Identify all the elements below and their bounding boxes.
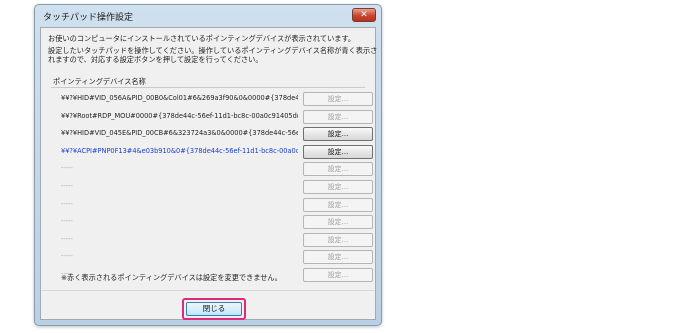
device-row: ----- 設定... (61, 250, 373, 265)
touchpad-settings-dialog: タッチパッド操作設定 ✕ お使いのコンピュータにインストールされているポインティ… (34, 4, 382, 326)
device-row: ¥¥?¥HID#VID_056A&PID_00B0&Col01#6&269a3f… (61, 92, 373, 106)
device-row: ¥¥?¥ACPI#PNP0F13#4&e03b910&0#{378de44c-5… (61, 144, 373, 159)
device-row: ----- 設定... (61, 232, 373, 247)
device-settings-button[interactable]: 設定... (303, 144, 373, 159)
device-settings-button[interactable]: 設定... (303, 250, 373, 265)
description-line-2: 設定したいタッチパッドを操作してください。操作しているポインティングデバイス名称… (48, 46, 378, 55)
device-name: ----- (61, 217, 73, 226)
device-name: ¥¥?¥ACPI#PNP0F13#4&e03b910&0#{378de44c-5… (61, 146, 298, 155)
device-name: ----- (61, 252, 73, 261)
device-name: ¥¥?¥Root#RDP_MOU#0000#{378de44c-56ef-11d… (61, 111, 298, 120)
device-name: ¥¥?¥HID#VID_045E&PID_00CB#6&323724a3&0&0… (61, 129, 298, 138)
device-row: ¥¥?¥HID#VID_045E&PID_00CB#6&323724a3&0&0… (61, 127, 373, 142)
window-close-button[interactable]: ✕ (352, 8, 376, 22)
device-settings-button[interactable]: 設定... (303, 92, 373, 106)
group-divider (51, 87, 365, 88)
window-title: タッチパッド操作設定 (43, 13, 134, 23)
close-icon: ✕ (360, 10, 368, 20)
close-dialog-button[interactable]: 閉じる (186, 302, 242, 316)
device-list-label: ポインティングデバイス名称 (53, 77, 146, 86)
device-row: ----- 設定... (61, 197, 373, 212)
description-line-3: れますので、対応する設定ボタンを押して設定を行ってください。 (48, 55, 263, 64)
device-row: ----- 設定... (61, 215, 373, 230)
device-settings-button[interactable]: 設定... (303, 180, 373, 194)
note-text: ※赤く表示されるポインティングデバイスは設定を変更できません。 (61, 273, 282, 282)
description-line-1: お使いのコンピュータにインストールされているポインティングデバイスが表示されてい… (48, 34, 356, 43)
device-settings-button[interactable]: 設定... (303, 197, 373, 212)
device-name: ¥¥?¥HID#VID_056A&PID_00B0&Col01#6&269a3f… (61, 94, 298, 102)
title-bar[interactable]: タッチパッド操作設定 ✕ (35, 5, 381, 27)
device-name: ----- (61, 182, 73, 190)
device-row: ----- 設定... (61, 162, 373, 177)
device-row: ¥¥?¥Root#RDP_MOU#0000#{378de44c-56ef-11d… (61, 109, 373, 124)
device-settings-button[interactable]: 設定... (303, 215, 373, 230)
device-settings-button[interactable]: 設定... (303, 127, 373, 142)
device-name: ----- (61, 234, 73, 243)
device-name: ----- (61, 164, 73, 173)
device-settings-button[interactable]: 設定... (303, 162, 373, 177)
device-name: ----- (61, 199, 73, 208)
dialog-body: お使いのコンピュータにインストールされているポインティングデバイスが表示されてい… (40, 27, 378, 320)
device-settings-button[interactable]: 設定... (303, 232, 373, 247)
footer-divider (41, 290, 375, 291)
device-settings-button[interactable]: 設定... (303, 268, 373, 282)
device-row: ----- 設定... (61, 180, 373, 194)
device-settings-button[interactable]: 設定... (303, 109, 373, 124)
